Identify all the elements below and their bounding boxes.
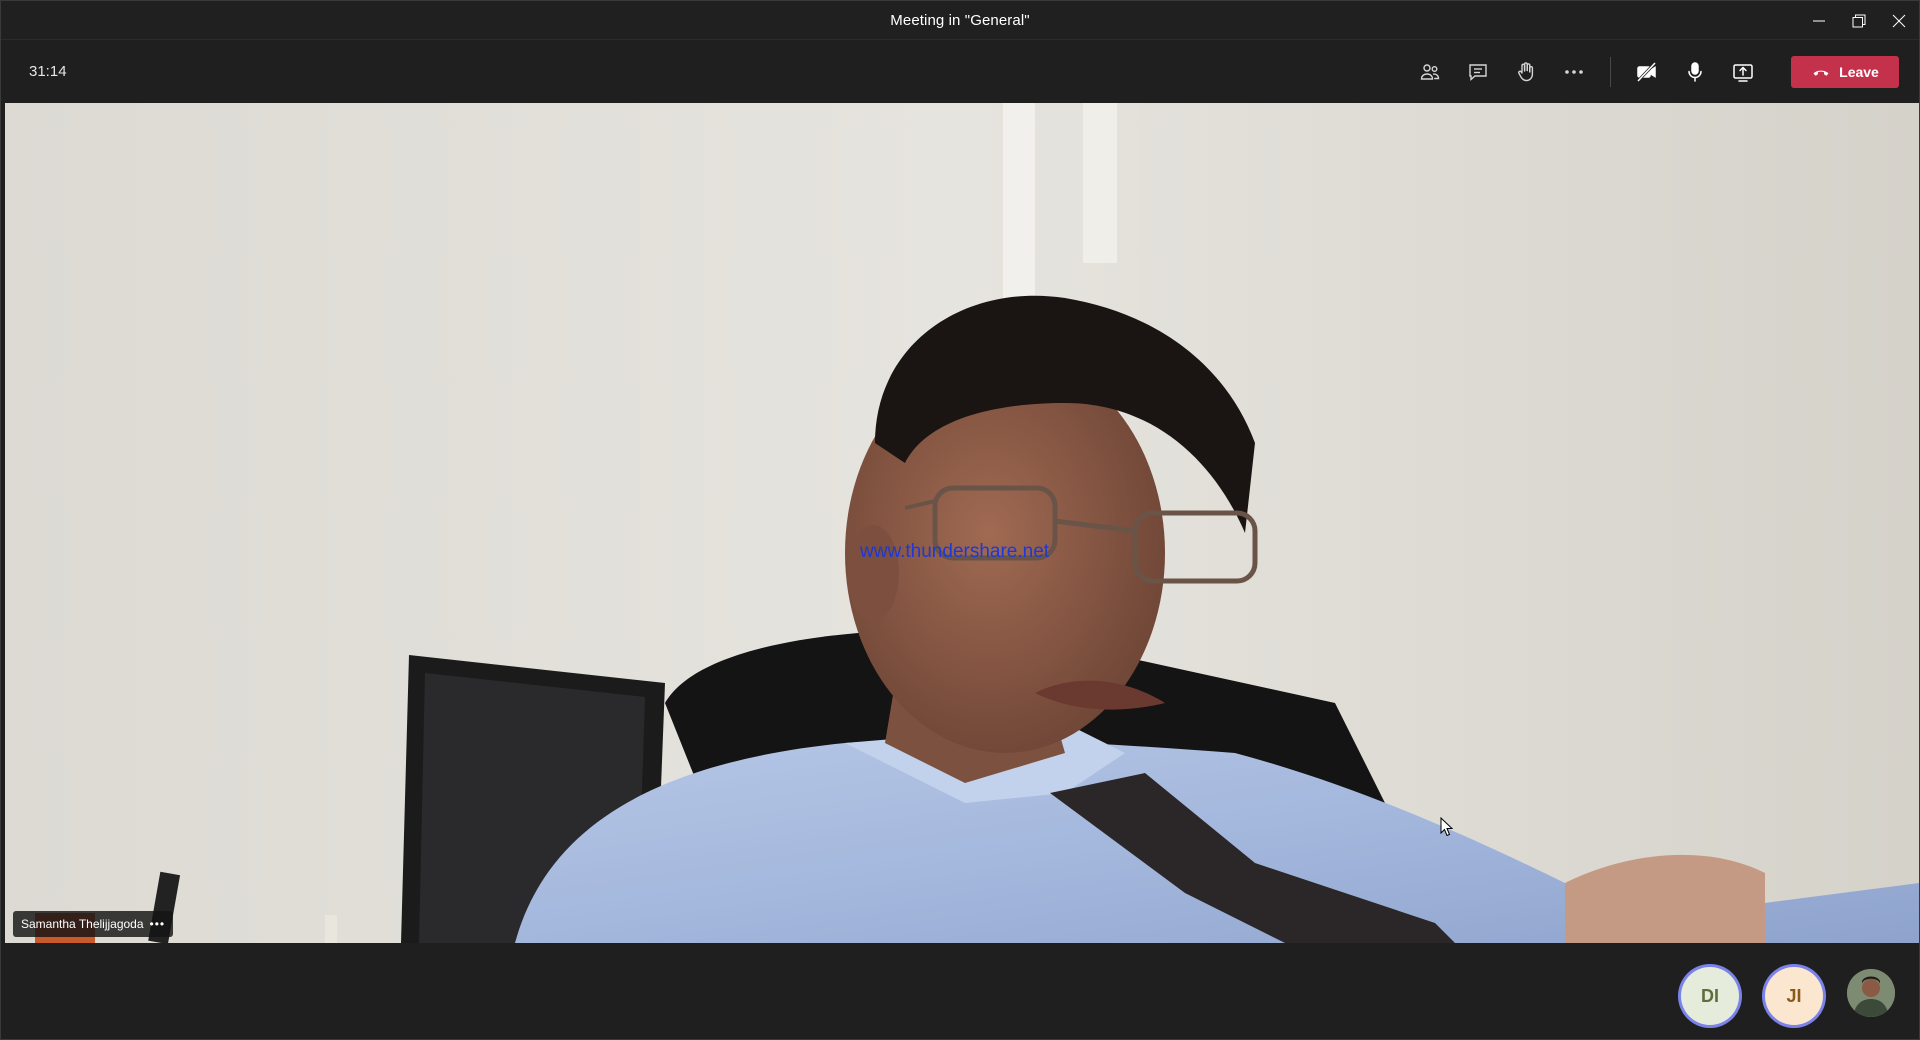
restore-icon [1852,14,1866,27]
self-avatar[interactable] [1847,969,1895,1017]
share-tray-button[interactable] [1719,48,1767,96]
raise-hand-button[interactable] [1502,48,1550,96]
close-button[interactable] [1879,1,1919,40]
participant-strip: DI JI [1,943,1919,1039]
more-actions-button[interactable] [1550,48,1598,96]
title-bar: Meeting in "General" [1,1,1919,40]
share-tray-icon [1733,63,1753,82]
show-participants-button[interactable] [1406,48,1454,96]
show-chat-button[interactable] [1454,48,1502,96]
participant-avatar-ji[interactable]: JI [1765,967,1823,1025]
camera-off-icon [1636,61,1657,82]
self-avatar-photo [1847,969,1895,1017]
hangup-icon [1813,70,1829,76]
speaker-more-options[interactable]: ••• [150,917,166,931]
meeting-timer: 31:14 [29,63,67,80]
close-icon [1892,14,1906,27]
toolbar-divider [1610,56,1611,87]
microphone-icon [1688,61,1702,82]
chat-icon [1469,63,1487,81]
mouse-cursor-icon [1440,817,1454,837]
meeting-toolbar: 31:14 Leave [1,41,1919,102]
meeting-controls: Leave [1406,41,1899,102]
minimize-button[interactable] [1799,1,1839,40]
leave-button[interactable]: Leave [1791,55,1899,88]
participant-avatar-di[interactable]: DI [1681,967,1739,1025]
microphone-toggle-button[interactable] [1671,48,1719,96]
restore-button[interactable] [1839,1,1879,40]
speaker-name-tag: Samantha Thelijjagoda ••• [13,911,174,937]
raise-hand-icon [1518,61,1534,81]
speaker-video [5,103,1919,943]
participants-icon [1420,63,1440,80]
window-title: Meeting in "General" [890,11,1030,29]
meeting-window: Meeting in "General" 31:14 Leave www.thu… [0,0,1920,1040]
watermark-text: www.thundershare.net [860,541,1050,562]
leave-label: Leave [1839,63,1879,80]
window-controls [1799,1,1919,40]
minimize-icon [1813,20,1825,21]
video-stage: www.thundershare.net Samantha Thelijjago… [5,103,1919,943]
camera-toggle-button[interactable] [1623,48,1671,96]
more-icon [1565,69,1583,74]
speaker-name: Samantha Thelijjagoda [21,917,144,931]
